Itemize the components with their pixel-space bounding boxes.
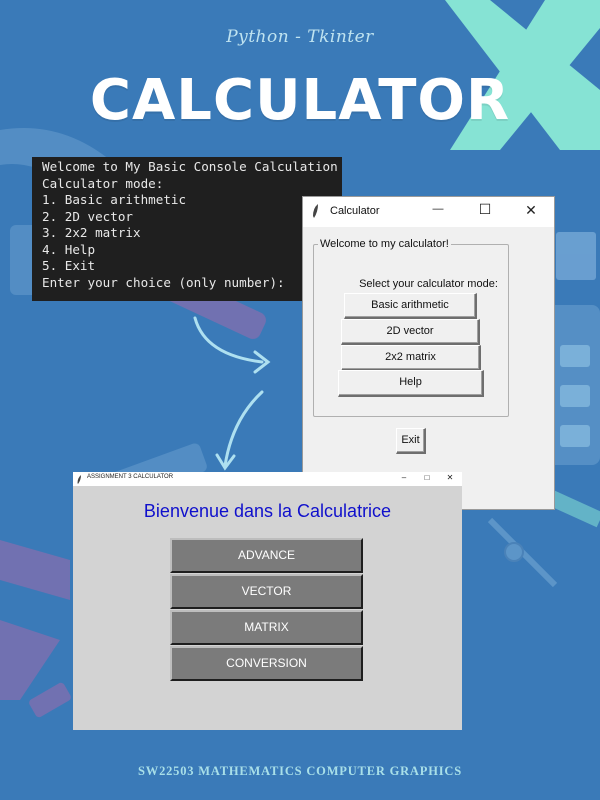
console-line: Welcome to My Basic Console Calculation: [42, 159, 338, 174]
exit-button[interactable]: Exit: [396, 428, 426, 454]
basic-arithmetic-button[interactable]: Basic arithmetic: [344, 293, 477, 319]
subtitle: Python - Tkinter: [226, 27, 374, 47]
conversion-button[interactable]: CONVERSION: [170, 646, 363, 681]
2x2-matrix-button[interactable]: 2x2 matrix: [341, 345, 481, 371]
maximize-button[interactable]: □: [422, 473, 432, 482]
console-line: 4. Help: [42, 241, 96, 257]
console-line: 2. 2D vector: [42, 208, 133, 224]
help-button[interactable]: Help: [338, 370, 484, 397]
maximize-button[interactable]: ☐: [475, 201, 495, 218]
tk-feather-icon: [77, 475, 81, 484]
vector-button[interactable]: VECTOR: [170, 574, 363, 609]
window-title: Calculator: [330, 205, 380, 217]
console-input-prompt[interactable]: Enter your choice (only number):: [42, 275, 342, 292]
welcome-heading: Bienvenue dans la Calculatrice: [143, 501, 392, 521]
close-button[interactable]: ✕: [445, 473, 455, 482]
title-bar[interactable]: Calculator — ☐ ✕: [303, 197, 554, 227]
mode-label: Select your calculator mode:: [359, 278, 498, 290]
console-line: 5. Exit: [42, 258, 96, 273]
groupbox-label: Welcome to my calculator!: [318, 238, 451, 250]
tk-feather-icon: [313, 204, 318, 218]
console-line: Calculator mode:: [42, 175, 164, 191]
matrix-button[interactable]: MATRIX: [170, 610, 363, 645]
compass-shape: [487, 517, 558, 588]
minimize-button[interactable]: –: [399, 473, 409, 482]
assignment-calculator-window: ASSIGNMENT 3 CALCULATOR – □ ✕ Bienvenue …: [73, 472, 462, 730]
console-window: Welcome to My Basic Console Calculation …: [32, 157, 342, 301]
footer-course-title: SW22503 MATHEMATICS COMPUTER GRAPHICS: [138, 764, 462, 778]
curved-arrows: [193, 316, 271, 471]
2d-vector-button[interactable]: 2D vector: [341, 319, 480, 345]
minimize-button[interactable]: —: [428, 203, 448, 215]
title-bar[interactable]: ASSIGNMENT 3 CALCULATOR – □ ✕: [73, 472, 462, 486]
advance-button[interactable]: ADVANCE: [170, 538, 363, 573]
close-button[interactable]: ✕: [521, 202, 541, 219]
calculator-window: Calculator — ☐ ✕ Welcome to my calculato…: [302, 196, 555, 510]
console-line: 3. 2x2 matrix: [42, 225, 141, 240]
window-title: ASSIGNMENT 3 CALCULATOR: [87, 474, 174, 480]
main-title: CALCULATOR: [89, 68, 511, 133]
console-line: 1. Basic arithmetic: [42, 192, 187, 207]
